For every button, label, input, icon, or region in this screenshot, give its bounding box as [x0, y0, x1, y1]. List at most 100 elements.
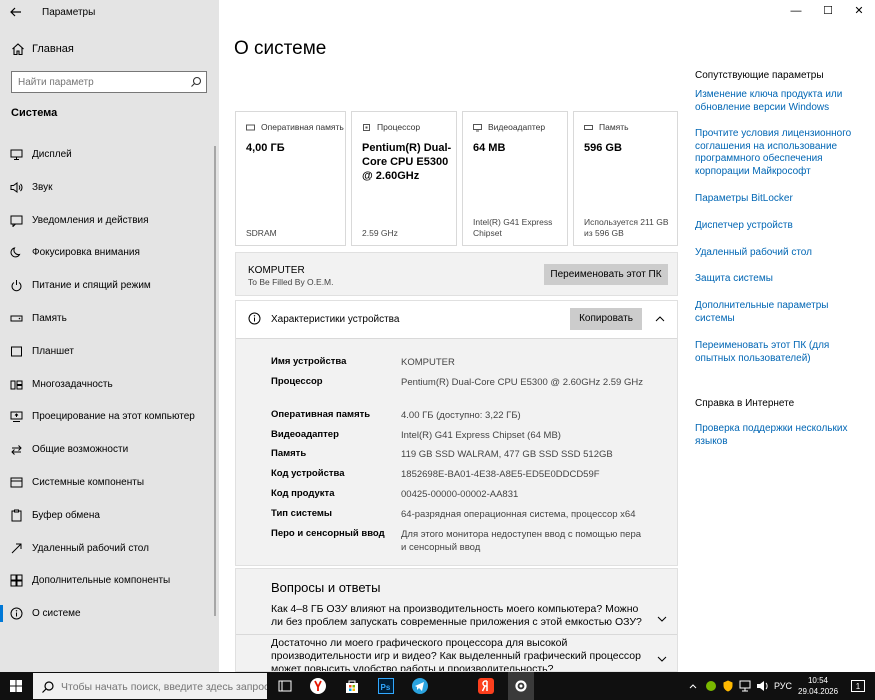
link-language-support[interactable]: Проверка поддержки нескольких языков — [695, 423, 855, 448]
chevron-down-icon[interactable] — [656, 613, 668, 625]
rename-pc-button[interactable]: Переименовать этот ПК — [544, 264, 668, 285]
card-subtitle: Используется 211 GB из 596 GB — [584, 217, 669, 238]
card-header-label: Видеоадаптер — [488, 122, 546, 132]
sidebar-item-notifications[interactable]: Уведомления и действия — [0, 204, 219, 237]
spec-key: Видеоадаптер — [271, 429, 339, 440]
sidebar-item-shared-experiences[interactable]: Общие возможности — [0, 433, 219, 466]
pc-name-panel: KOMPUTER To Be Filled By O.E.M. Переимен… — [235, 252, 678, 296]
taskbar-search-input[interactable] — [61, 679, 267, 694]
notifications-icon — [10, 214, 23, 228]
close-button[interactable]: ✕ — [843, 0, 875, 22]
spec-value: Intel(R) G41 Express Chipset (64 MB) — [401, 430, 561, 441]
specs-header[interactable]: Характеристики устройства Копировать — [236, 301, 677, 339]
sidebar-item-label: Проецирование на этот компьютер — [32, 411, 195, 423]
home-icon — [11, 42, 25, 56]
network-icon[interactable] — [738, 672, 752, 700]
copy-button[interactable]: Копировать — [570, 308, 642, 330]
search-icon[interactable] — [190, 76, 202, 88]
sidebar-item-tablet[interactable]: Планшет — [0, 335, 219, 368]
spec-value: 00425-00000-00002-AA831 — [401, 489, 519, 500]
related-settings-heading: Сопутствующие параметры — [695, 70, 824, 81]
card-value: 4,00 ГБ — [246, 142, 285, 154]
search-input[interactable] — [18, 75, 183, 89]
spec-value: KOMPUTER — [401, 357, 455, 368]
link-system-protection[interactable]: Защита системы — [695, 273, 855, 286]
sidebar-item-sound[interactable]: Звук — [0, 171, 219, 204]
spec-key: Память — [271, 448, 307, 459]
taskbar-search[interactable] — [32, 672, 268, 700]
link-license-terms[interactable]: Прочтите условия лицензионного соглашени… — [695, 128, 855, 178]
spec-value: 119 GB SSD WALRAM, 477 GB SSD SSD 512GB — [401, 449, 613, 460]
clock-time: 10:54 — [807, 676, 829, 685]
remote-desktop-icon — [10, 542, 23, 555]
sidebar-item-label: Фокусировка внимания — [32, 247, 140, 259]
qa-question[interactable]: Как 4–8 ГБ ОЗУ влияют на производительно… — [271, 603, 643, 629]
pc-name: KOMPUTER — [248, 265, 305, 276]
card-value: 64 MB — [473, 142, 506, 154]
shared-experiences-icon — [10, 443, 23, 456]
sidebar-item-system-components[interactable]: Системные компоненты — [0, 466, 219, 499]
antivirus-tray-icon[interactable] — [705, 672, 717, 700]
link-bitlocker[interactable]: Параметры BitLocker — [695, 193, 855, 206]
qa-panel: Вопросы и ответы Как 4–8 ГБ ОЗУ влияют н… — [235, 568, 678, 672]
settings-icon[interactable] — [508, 672, 534, 700]
spec-key: Имя устройства — [271, 356, 347, 367]
sidebar-item-power[interactable]: Питание и спящий режим — [0, 269, 219, 302]
qa-question[interactable]: Достаточно ли моего графического процесс… — [271, 637, 643, 671]
task-view-icon[interactable] — [275, 676, 295, 696]
telegram-icon[interactable] — [410, 676, 430, 696]
sound-icon — [10, 181, 23, 194]
spec-value: 1852698E-BA01-4E38-A8E5-ED5E0DDCD59F — [401, 469, 600, 480]
link-device-manager[interactable]: Диспетчер устройств — [695, 220, 855, 233]
link-change-product-key[interactable]: Изменение ключа продукта или обновление … — [695, 89, 855, 114]
tablet-icon — [10, 345, 23, 358]
memory-icon — [246, 123, 255, 132]
sidebar-item-home[interactable]: Главная — [0, 38, 219, 62]
spec-key: Тип системы — [271, 508, 333, 519]
store-icon[interactable] — [342, 676, 362, 696]
sidebar-item-display[interactable]: Дисплей — [0, 138, 219, 171]
chevron-down-icon[interactable] — [656, 653, 668, 665]
sidebar-item-clipboard[interactable]: Буфер обмена — [0, 499, 219, 532]
help-heading: Справка в Интернете — [695, 398, 795, 409]
notification-center-icon[interactable]: 1 — [848, 672, 868, 700]
display-icon — [10, 148, 23, 161]
clock-date: 29.04.2026 — [798, 687, 839, 696]
sidebar-item-label: Планшет — [32, 345, 74, 357]
svg-text:Ps: Ps — [381, 683, 391, 692]
link-remote-desktop[interactable]: Удаленный рабочий стол — [695, 247, 855, 260]
link-rename-pc-advanced[interactable]: Переименовать этот ПК (для опытных польз… — [695, 340, 855, 365]
notification-count: 1 — [855, 682, 861, 691]
card-header-label: Память — [599, 122, 629, 132]
minimize-button[interactable]: — — [780, 0, 812, 22]
yandex-icon[interactable] — [476, 676, 496, 696]
cpu-card: Процессор Pentium(R) Dual-Core CPU E5300… — [351, 111, 457, 246]
sidebar: Параметры Главная Система Дисплей Звук У… — [0, 0, 219, 672]
projecting-icon — [10, 410, 23, 423]
sidebar-item-projecting[interactable]: Проецирование на этот компьютер — [0, 400, 219, 433]
back-arrow-icon[interactable] — [9, 5, 25, 21]
sidebar-item-optional-features[interactable]: Дополнительные компоненты — [0, 564, 219, 597]
sidebar-item-storage[interactable]: Память — [0, 302, 219, 335]
spec-value: Для этого монитора недоступен ввод с пом… — [401, 529, 642, 553]
sidebar-item-multitasking[interactable]: Многозадачность — [0, 368, 219, 401]
search-box[interactable] — [11, 71, 207, 93]
language-indicator[interactable]: РУС — [774, 672, 792, 700]
qa-title: Вопросы и ответы — [271, 580, 381, 595]
chevron-up-icon[interactable] — [688, 672, 698, 700]
sidebar-item-remote-desktop[interactable]: Удаленный рабочий стол — [0, 532, 219, 565]
yandex-browser-icon[interactable] — [308, 676, 328, 696]
sidebar-scrollbar[interactable] — [214, 146, 216, 616]
sidebar-item-focus-assist[interactable]: Фокусировка внимания — [0, 236, 219, 269]
clock[interactable]: 10:54 29.04.2026 — [798, 675, 838, 697]
link-advanced-system-settings[interactable]: Дополнительные параметры системы — [695, 300, 855, 325]
windows-start-icon[interactable] — [0, 672, 32, 700]
shield-tray-icon[interactable] — [722, 672, 734, 700]
sidebar-item-label: Память — [32, 312, 67, 324]
sidebar-item-about[interactable]: О системе — [0, 597, 219, 630]
maximize-button[interactable]: ☐ — [812, 0, 844, 22]
chevron-up-icon[interactable] — [654, 313, 666, 325]
volume-icon[interactable] — [756, 672, 770, 700]
photoshop-icon[interactable]: Ps — [376, 676, 396, 696]
system-components-icon — [10, 476, 23, 489]
